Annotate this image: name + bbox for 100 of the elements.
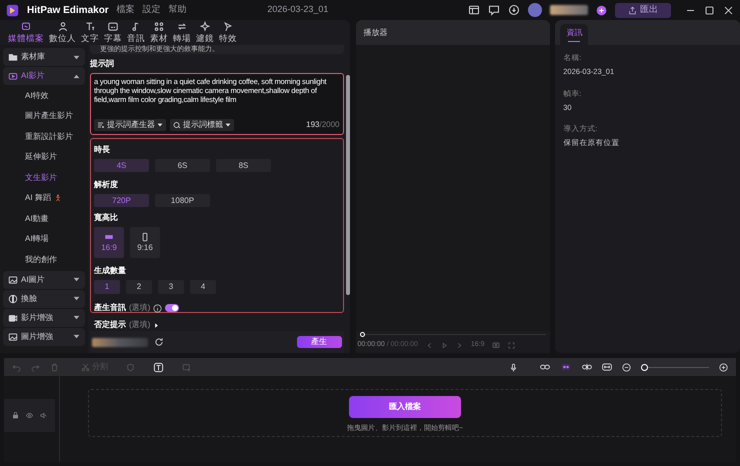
link-icon[interactable] xyxy=(540,362,550,372)
option-button[interactable]: 3 xyxy=(158,280,184,294)
option-button[interactable]: 1 xyxy=(94,280,120,294)
toolbar-tab[interactable]: 素材 xyxy=(148,21,170,45)
caret-down-icon[interactable] xyxy=(73,314,80,321)
text-icon[interactable] xyxy=(84,21,96,32)
zoom-out-icon[interactable] xyxy=(622,362,631,372)
scrollbar-thumb[interactable] xyxy=(346,75,350,295)
caret-down-icon[interactable] xyxy=(73,295,80,302)
eye-icon[interactable] xyxy=(26,412,33,419)
zoom-slider[interactable] xyxy=(641,364,709,370)
fullscreen-icon[interactable] xyxy=(508,342,516,348)
list-icon[interactable] xyxy=(97,121,105,129)
menu-item[interactable]: 幫助 xyxy=(168,3,187,17)
option-button[interactable]: 4S xyxy=(94,159,149,172)
sidebar-group[interactable]: 換臉 xyxy=(3,290,85,308)
download-icon[interactable] xyxy=(508,4,520,16)
caret-right-icon[interactable] xyxy=(153,322,160,328)
sparkle-icon[interactable] xyxy=(199,21,211,32)
toolbar-tab[interactable]: 音訊 xyxy=(125,21,147,45)
negative-prompt-toggle[interactable]: 否定提示 (選填) xyxy=(90,319,344,331)
speaker-icon[interactable] xyxy=(40,412,47,419)
sidebar-item[interactable]: AI轉場 xyxy=(3,230,85,249)
toolbar-tab[interactable]: 數位人 xyxy=(47,21,78,45)
caret-down-icon[interactable] xyxy=(73,54,80,60)
option-button[interactable]: 2 xyxy=(126,280,152,294)
subtitle-icon[interactable] xyxy=(107,21,119,32)
toolbar-tab[interactable]: 媒體檔案 xyxy=(6,21,46,45)
app-logo-icon[interactable] xyxy=(6,4,19,16)
sidebar-group[interactable]: 素材庫 xyxy=(3,48,85,66)
toolbar-tab[interactable]: 文字 xyxy=(79,21,101,45)
option-button[interactable]: 6S xyxy=(155,159,210,172)
avatar[interactable] xyxy=(528,3,542,17)
dancer-icon[interactable] xyxy=(54,194,62,202)
previous-icon[interactable] xyxy=(426,342,433,348)
option-button[interactable]: 1080P xyxy=(155,194,210,207)
sidebar-item[interactable]: AI特效 xyxy=(3,86,85,106)
camera-icon[interactable] xyxy=(8,312,18,322)
option-button[interactable]: 4 xyxy=(190,280,216,294)
sidebar-item[interactable]: 文生影片 xyxy=(3,168,85,188)
microphone-icon[interactable] xyxy=(509,362,518,372)
sidebar-item[interactable]: 延伸影片 xyxy=(3,148,85,167)
lock-icon[interactable] xyxy=(12,412,19,419)
play-icon[interactable] xyxy=(440,342,448,348)
info-icon[interactable] xyxy=(153,304,162,312)
toolbar-tab[interactable]: 字幕 xyxy=(102,21,124,45)
snapshot-icon[interactable] xyxy=(492,341,500,349)
media-icon[interactable] xyxy=(20,21,32,32)
next-icon[interactable] xyxy=(456,342,463,348)
zoom-in-icon[interactable] xyxy=(719,362,728,372)
image-icon[interactable] xyxy=(8,274,18,284)
sidebar-group[interactable]: AI圖片 xyxy=(3,270,85,288)
magnet-icon[interactable] xyxy=(560,362,572,372)
sidebar-item[interactable]: 重新設計影片 xyxy=(3,127,85,146)
audio-toggle[interactable] xyxy=(165,304,180,312)
toolbar-tab[interactable]: 特效 xyxy=(217,21,239,45)
face-icon[interactable] xyxy=(8,294,18,304)
import-files-button[interactable]: 匯入檔案 xyxy=(349,396,461,418)
grid-icon[interactable] xyxy=(153,21,165,32)
refresh-icon[interactable] xyxy=(154,337,164,347)
toolbar-tab[interactable]: 濾鏡 xyxy=(194,21,216,45)
sidebar-group[interactable]: 影片增強 xyxy=(3,308,85,326)
folder-icon[interactable] xyxy=(8,52,18,62)
caret-down-icon[interactable] xyxy=(73,276,80,283)
prompt-field[interactable] xyxy=(90,73,344,135)
option-button[interactable]: 16:9 xyxy=(94,227,124,258)
generate-button[interactable]: 產生 xyxy=(296,336,342,348)
sidebar-item[interactable]: AI動畫 xyxy=(3,209,85,228)
caret-up-icon[interactable] xyxy=(73,72,80,80)
option-button[interactable]: 8S xyxy=(216,159,271,172)
option-button[interactable]: 720P xyxy=(94,194,149,207)
prompt-tool-button[interactable]: 提示詞產生器 xyxy=(94,119,166,131)
export-button[interactable]: 匯出 xyxy=(615,2,672,18)
toolbar-tab[interactable]: 轉場 xyxy=(171,21,193,45)
caret-down-icon[interactable] xyxy=(73,333,80,340)
prompt-tool-button[interactable]: 提示詞標籤 xyxy=(170,119,234,131)
sidebar-group[interactable]: 圖片增強 xyxy=(3,328,85,346)
unlink-icon[interactable] xyxy=(582,362,592,372)
share-icon[interactable] xyxy=(628,6,638,14)
option-button[interactable]: 9:16 xyxy=(130,227,160,258)
fit-width-icon[interactable] xyxy=(602,362,612,372)
sidebar-item[interactable]: 我的創作 xyxy=(3,250,85,270)
info-tab[interactable]: 資訊 xyxy=(560,24,588,45)
portrait-icon[interactable] xyxy=(140,232,150,242)
maximize-icon[interactable] xyxy=(704,4,716,16)
person-icon[interactable] xyxy=(56,21,68,32)
menu-item[interactable]: 檔案 xyxy=(116,3,135,17)
layout-icon[interactable] xyxy=(468,4,480,16)
transition-arrows-icon[interactable] xyxy=(176,21,188,32)
text-box-icon[interactable] xyxy=(153,362,164,372)
feedback-icon[interactable] xyxy=(488,4,500,16)
close-icon[interactable] xyxy=(723,4,734,16)
sidebar-item[interactable]: 圖片產生影片 xyxy=(3,106,85,126)
image-icon[interactable] xyxy=(8,332,18,342)
plus-icon[interactable] xyxy=(596,4,608,16)
playback-slider[interactable] xyxy=(360,331,546,337)
menu-item[interactable]: 設定 xyxy=(142,3,161,17)
sidebar-group[interactable]: AI影片 xyxy=(3,67,85,85)
sidebar-item[interactable]: AI 舞蹈 xyxy=(3,188,85,208)
video-icon[interactable] xyxy=(8,71,18,81)
